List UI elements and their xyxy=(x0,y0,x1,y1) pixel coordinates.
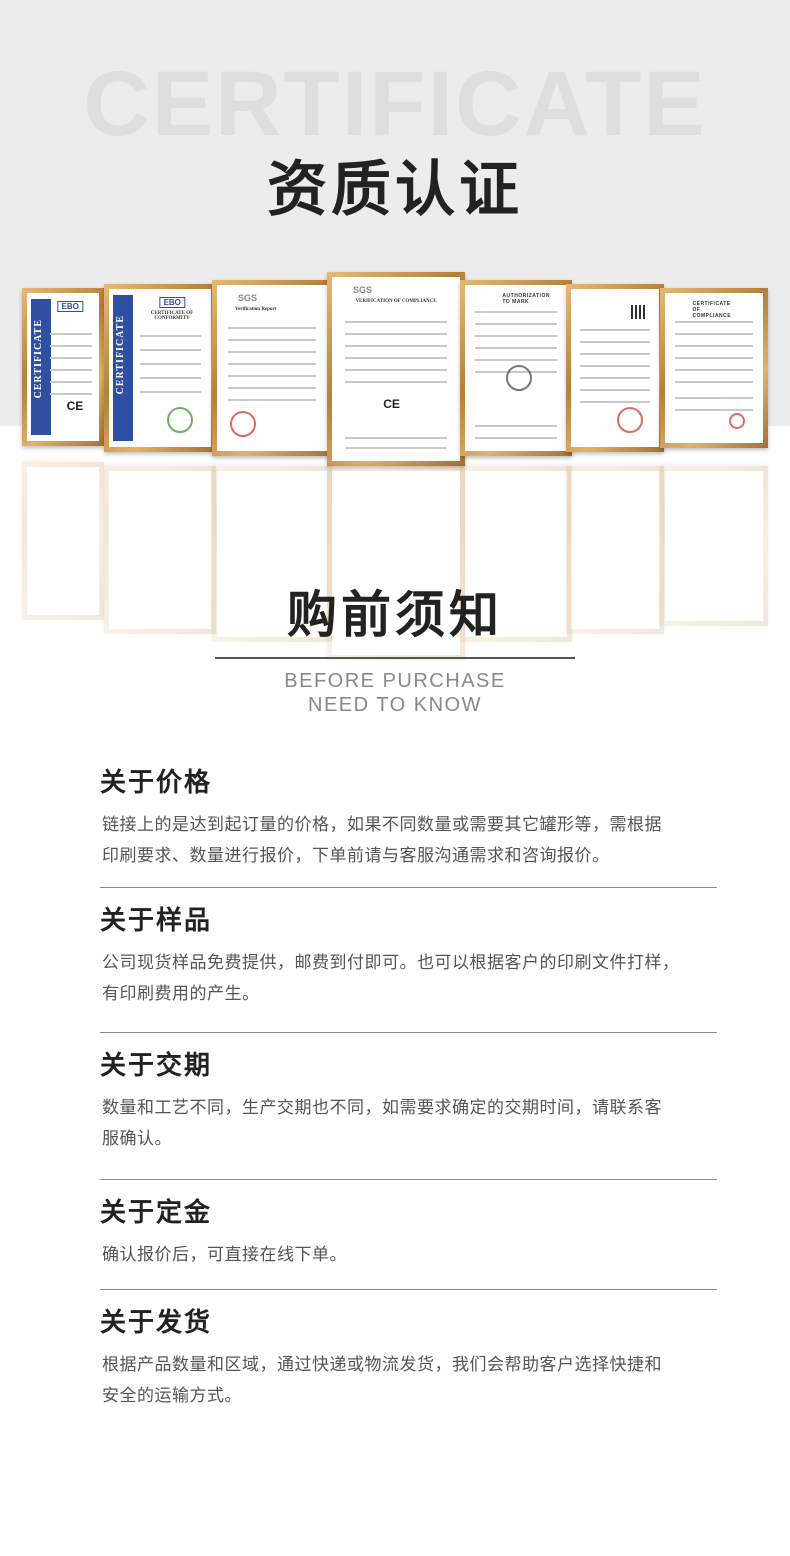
certificate-logo: EBO xyxy=(159,297,185,308)
notice-text: 数量和工艺不同，生产交期也不同，如需要求确定的交期时间，请联系客 服确认。 xyxy=(102,1098,662,1149)
sgs-logo: SGS xyxy=(353,285,373,295)
qr-code-icon xyxy=(630,305,645,319)
certificate-band: CERTIFICATE xyxy=(31,299,51,435)
rohs-mark-icon xyxy=(729,413,746,429)
title-divider xyxy=(215,657,575,659)
certificate-image: CERTIFICATE OF COMPLIANCE xyxy=(660,288,768,448)
purchase-subtitle-line1: BEFORE PURCHASE xyxy=(284,670,506,692)
notice-text: 链接上的是达到起订量的价格，如果不同数量或需要其它罐形等，需根据 印刷要求、数量进… xyxy=(102,815,662,866)
seal-icon xyxy=(230,411,257,437)
certificate-heading: CERTIFICATE OF COMPLIANCE xyxy=(692,301,732,319)
certificate-heading: VERIFICATION OF COMPLIANCE xyxy=(355,299,437,304)
certificate-heading: AUTHORIZATION TO MARK xyxy=(502,293,550,305)
certificate-image: AUTHORIZATION TO MARK xyxy=(460,280,572,456)
sgs-logo: SGS xyxy=(238,293,258,303)
notice-text: 根据产品数量和区域，通过快递或物流发货，我们会帮助客户选择快捷和 安全的运输方式。 xyxy=(102,1355,662,1406)
notice-delivery-time: 关于交期 数量和工艺不同，生产交期也不同，如需要求确定的交期时间，请联系客 服确认… xyxy=(100,1053,717,1155)
section-divider xyxy=(100,1032,717,1033)
certificate-image: SGS VERIFICATION OF COMPLIANCE CE xyxy=(327,272,465,466)
ce-mark: CE xyxy=(66,399,84,413)
certificate-logo: EBO xyxy=(57,301,83,312)
section-divider xyxy=(100,887,717,888)
ce-mark: CE xyxy=(383,397,400,411)
notice-price: 关于价格 链接上的是达到起订量的价格，如果不同数量或需要其它罐形等，需根据 印刷要… xyxy=(100,770,717,872)
certificate-image: SGS Verification Report xyxy=(212,280,332,456)
certificate-image: CERTIFICATE EBO CE xyxy=(22,288,104,446)
certificate-band: CERTIFICATE xyxy=(113,295,133,441)
notice-heading: 关于价格 xyxy=(100,768,213,798)
notice-shipping: 关于发货 根据产品数量和区域，通过快递或物流发货，我们会帮助客户选择快捷和 安全的… xyxy=(100,1310,717,1412)
certificate-watermark-text: CERTIFICATE xyxy=(83,53,707,155)
purchase-subtitle-line2: NEED TO KNOW xyxy=(308,694,482,716)
certificate-gallery: CERTIFICATE EBO CE CERTIFICATE EBO CERTI… xyxy=(0,270,790,660)
certificate-heading: CERTIFICATE OF CONFORMITY xyxy=(150,311,194,321)
seal-icon xyxy=(166,407,193,433)
section-divider xyxy=(100,1179,717,1180)
certification-title: 资质认证 xyxy=(267,155,523,225)
section-divider xyxy=(100,1289,717,1290)
notice-heading: 关于样品 xyxy=(100,906,213,936)
certificate-heading: Verification Report xyxy=(235,307,277,312)
notice-text: 公司现货样品免费提供，邮费到付即可。也可以根据客户的印刷文件打样， 有印刷费用的产… xyxy=(102,953,680,1004)
notice-text: 确认报价后，可直接在线下单。 xyxy=(102,1245,347,1265)
certificate-image: CERTIFICATE EBO CERTIFICATE OF CONFORMIT… xyxy=(104,284,216,452)
notice-heading: 关于交期 xyxy=(100,1051,213,1081)
seal-icon xyxy=(617,407,644,433)
purchase-notice-title: 购前须知 xyxy=(287,586,503,644)
notice-heading: 关于发货 xyxy=(100,1308,213,1338)
notice-deposit: 关于定金 确认报价后，可直接在线下单。 xyxy=(100,1200,717,1271)
notice-sample: 关于样品 公司现货样品免费提供，邮费到付即可。也可以根据客户的印刷文件打样， 有印… xyxy=(100,908,717,1010)
certificate-image xyxy=(566,284,664,452)
notice-heading: 关于定金 xyxy=(100,1198,213,1228)
etl-mark-icon xyxy=(505,365,532,391)
